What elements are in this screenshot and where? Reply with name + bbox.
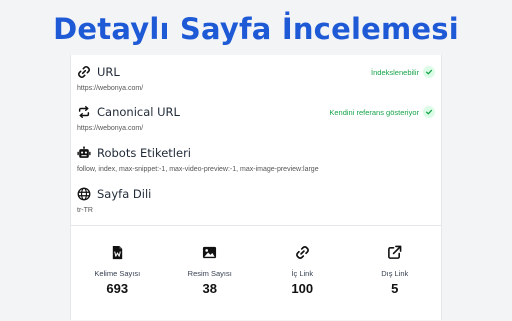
canonical-section: Canonical URL Kendini referans gösteriyo… xyxy=(77,104,435,132)
page-title: Detaylı Sayfa İncelemesi xyxy=(53,12,459,46)
robots-section: Robots Etiketleri follow, index, max-sni… xyxy=(77,145,435,173)
stat-external-links: Dış Link 5 xyxy=(349,226,442,321)
url-section: URL İndekslenebilir https://webonya.com/ xyxy=(77,64,435,92)
stat-image-count: Resim Sayısı 38 xyxy=(164,226,257,321)
url-value: https://webonya.com/ xyxy=(77,85,144,92)
link-icon xyxy=(295,245,310,260)
stat-label: İç Link xyxy=(291,269,314,278)
language-label: Sayfa Dili xyxy=(97,187,152,201)
repeat-icon xyxy=(77,105,91,119)
stat-value: 38 xyxy=(202,281,217,296)
stats-row: Kelime Sayısı 693 Resim Sayısı 38 İç Lin… xyxy=(71,225,441,321)
external-link-icon xyxy=(387,245,402,260)
stat-value: 693 xyxy=(106,281,129,296)
canonical-value: https://webonya.com/ xyxy=(77,125,144,132)
indexable-status: İndekslenebilir xyxy=(371,66,435,78)
image-icon xyxy=(202,245,217,260)
check-icon xyxy=(423,66,435,78)
language-section: Sayfa Dili tr-TR xyxy=(77,186,435,214)
stat-value: 100 xyxy=(291,281,314,296)
stat-label: Dış Link xyxy=(381,269,409,278)
robots-label: Robots Etiketleri xyxy=(97,146,191,160)
canonical-status: Kendini referans gösteriyor xyxy=(329,106,435,118)
stat-label: Resim Sayısı xyxy=(187,269,232,278)
robots-value: follow, index, max-snippet:-1, max-video… xyxy=(77,166,319,173)
page-details-card: URL İndekslenebilir https://webonya.com/… xyxy=(70,55,442,320)
robot-icon xyxy=(77,146,91,160)
word-file-icon xyxy=(110,245,125,260)
stat-label: Kelime Sayısı xyxy=(94,269,141,278)
stat-word-count: Kelime Sayısı 693 xyxy=(71,226,164,321)
globe-icon xyxy=(77,187,91,201)
indexable-status-text: İndekslenebilir xyxy=(371,67,419,77)
language-value: tr-TR xyxy=(77,207,93,214)
stat-value: 5 xyxy=(391,281,399,296)
stat-internal-links: İç Link 100 xyxy=(256,226,349,321)
check-icon xyxy=(423,106,435,118)
canonical-label: Canonical URL xyxy=(97,105,180,119)
canonical-status-text: Kendini referans gösteriyor xyxy=(329,107,419,117)
link-icon xyxy=(77,65,91,79)
url-label: URL xyxy=(97,65,120,79)
